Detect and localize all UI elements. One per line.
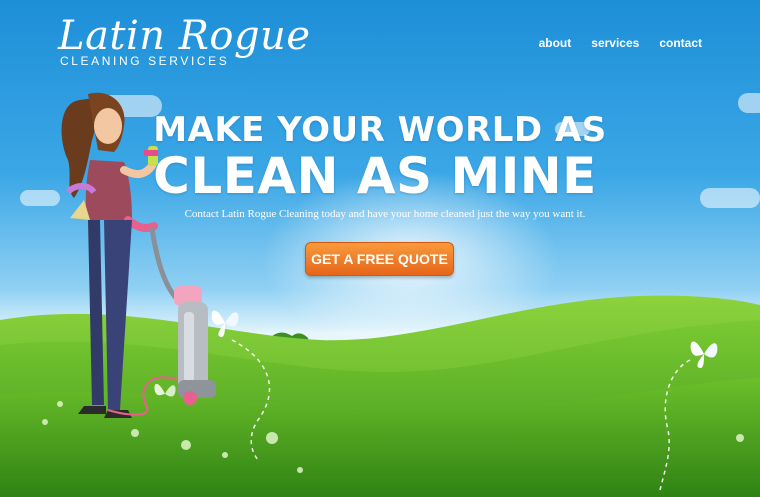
main-nav: about services contact: [539, 36, 702, 50]
headline-line-2: CLEAN AS MINE: [153, 147, 597, 205]
landing-page: Latin Rogue CLEANING SERVICES about serv…: [0, 0, 760, 497]
butterfly-icon: [690, 341, 718, 368]
brand-name: Latin Rogue: [58, 13, 311, 59]
nav-link-services[interactable]: services: [591, 36, 639, 50]
hero-tagline: Contact Latin Rogue Cleaning today and h…: [184, 208, 586, 220]
free-quote-button[interactable]: GET A FREE QUOTE: [305, 242, 454, 276]
headline-line-1: MAKE YOUR WORLD AS: [153, 110, 607, 150]
hero-headline: MAKE YOUR WORLD AS CLEAN AS MINE: [150, 112, 610, 204]
nav-link-about[interactable]: about: [539, 36, 572, 50]
nav-link-contact[interactable]: contact: [659, 36, 702, 50]
brand-logo[interactable]: Latin Rogue CLEANING SERVICES: [58, 14, 311, 68]
